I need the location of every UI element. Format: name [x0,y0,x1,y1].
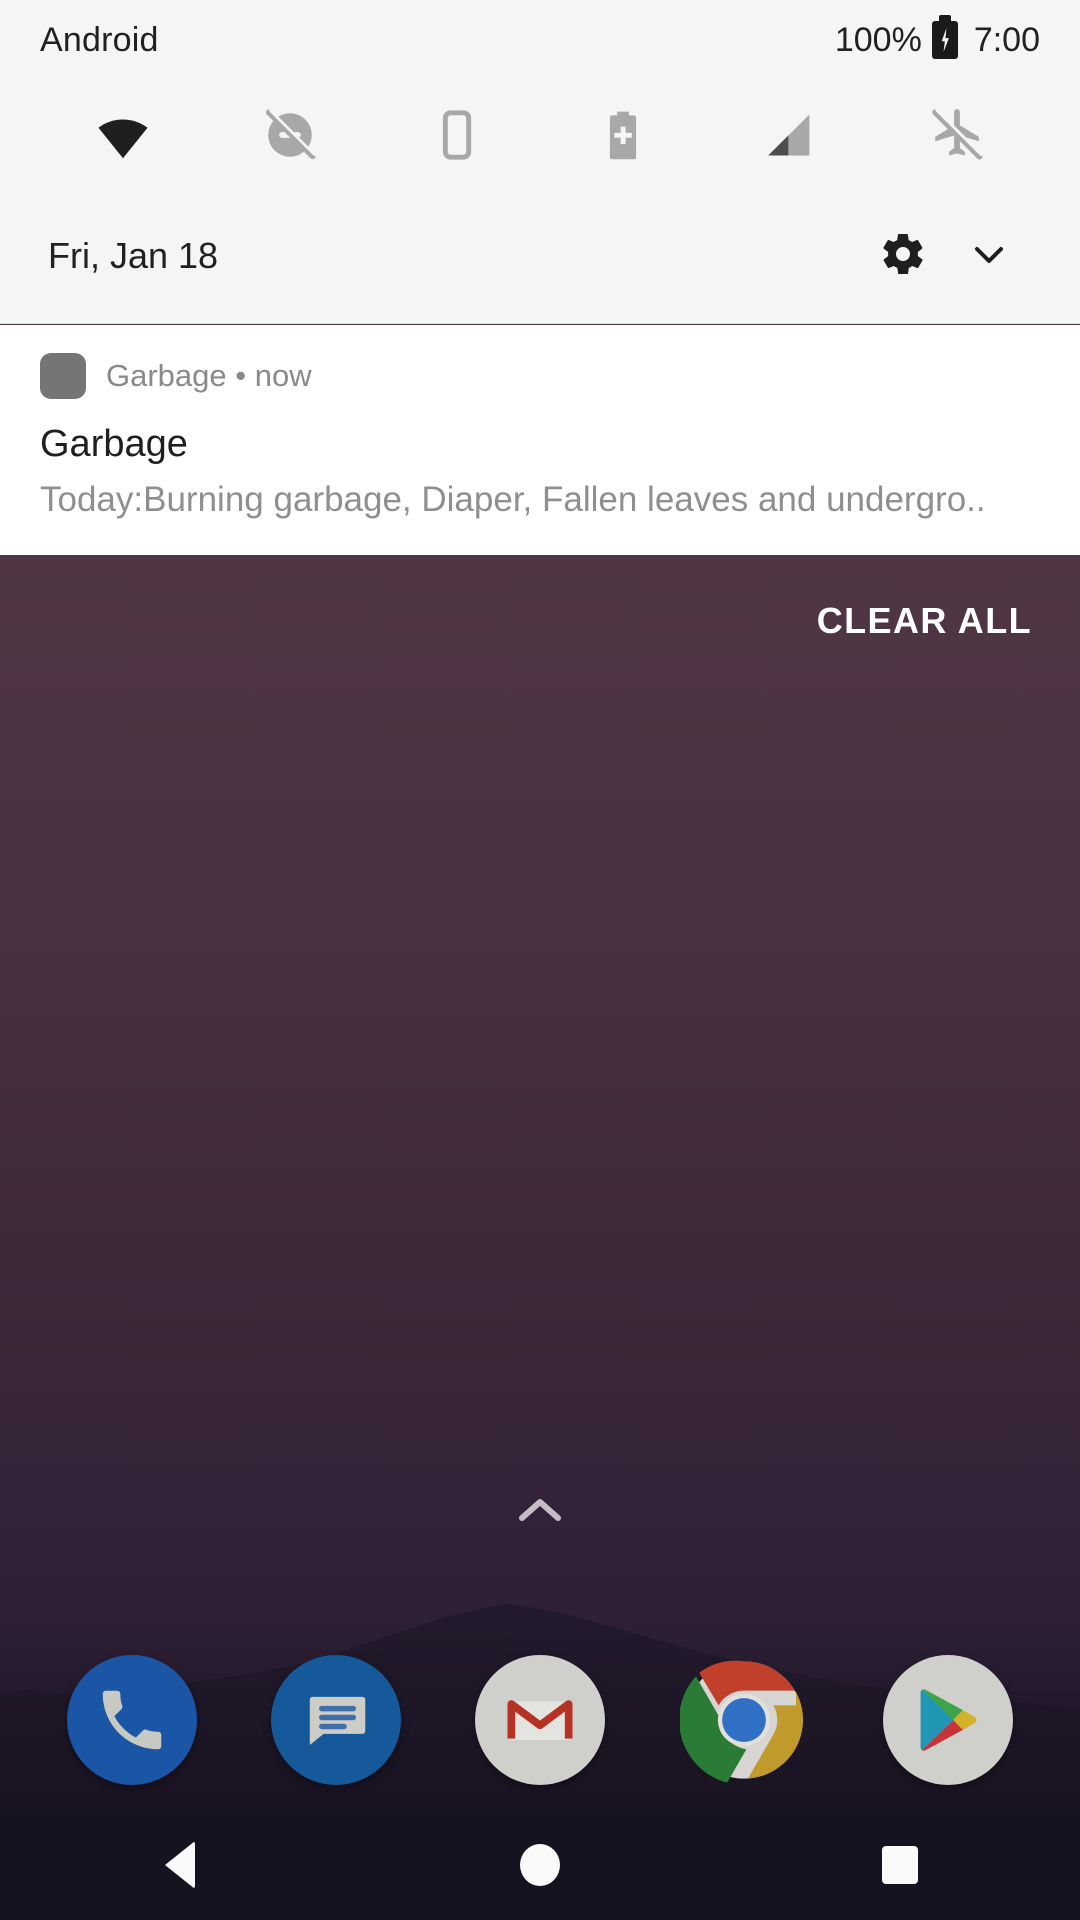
gear-icon [879,230,927,283]
qs-tile-mobile-signal[interactable] [707,106,874,164]
recents-square-icon [882,1846,918,1884]
notification-title: Garbage [40,423,188,465]
qs-tile-do-not-disturb[interactable] [207,106,374,164]
clock-label: 7:00 [973,20,1040,59]
dock-icon-messages[interactable] [271,1655,401,1785]
wifi-icon [92,104,154,166]
navigation-bar [0,1810,1080,1920]
quick-settings-icon-row [0,80,1080,190]
notification-card[interactable]: Garbage • now Garbage Today:Burning garb… [0,325,1080,555]
carrier-label: Android [40,20,159,59]
notification-header: Garbage • now [40,353,1040,399]
status-bar: Android 100% 7:00 [0,0,1080,80]
home-circle-icon [520,1844,560,1886]
battery-charging-icon [931,15,958,59]
app-drawer-handle[interactable] [0,1496,1080,1529]
signal-bars-icon [761,106,819,164]
qs-tile-wifi[interactable] [40,104,207,166]
expand-shade-button[interactable] [946,213,1032,299]
shade-date-row: Fri, Jan 18 [0,190,1080,322]
settings-button[interactable] [860,213,946,299]
qs-tile-airplane-mode[interactable] [873,106,1040,164]
phone-device-icon [429,107,485,163]
clear-all-row: CLEAR ALL [0,566,1080,676]
battery-saver-icon [595,107,651,163]
back-triangle-icon [165,1841,195,1889]
qs-tile-battery-saver[interactable] [540,107,707,163]
notification-app-line: Garbage • now [106,358,312,393]
android-home-screen-with-shade: CLEAR ALL Android 100% 7:00 Fri, Jan 18 … [0,0,1080,1920]
do-not-disturb-off-icon [261,106,319,164]
status-bar-right: 100% 7:00 [834,15,1040,60]
nav-home-button[interactable] [360,1844,720,1886]
chevron-down-icon [965,230,1013,283]
chevron-up-icon [518,1496,562,1529]
dock-icon-chrome[interactable] [679,1655,809,1785]
dock [0,1630,1080,1810]
nav-recents-button[interactable] [720,1846,1080,1884]
dock-icon-play-store[interactable] [883,1655,1013,1785]
dock-icon-phone[interactable] [67,1655,197,1785]
dock-icon-gmail[interactable] [475,1655,605,1785]
app-placeholder-icon [40,353,86,399]
nav-back-button[interactable] [0,1841,360,1889]
quick-settings-shade: Android 100% 7:00 Fri, Jan 18 [0,0,1080,324]
battery-percent-label: 100% [834,20,922,59]
airplane-mode-off-icon [928,106,986,164]
qs-tile-device[interactable] [373,107,540,163]
notification-body: Today:Burning garbage, Diaper, Fallen le… [40,479,986,519]
date-label: Fri, Jan 18 [48,235,219,276]
clear-all-button[interactable]: CLEAR ALL [817,600,1032,642]
